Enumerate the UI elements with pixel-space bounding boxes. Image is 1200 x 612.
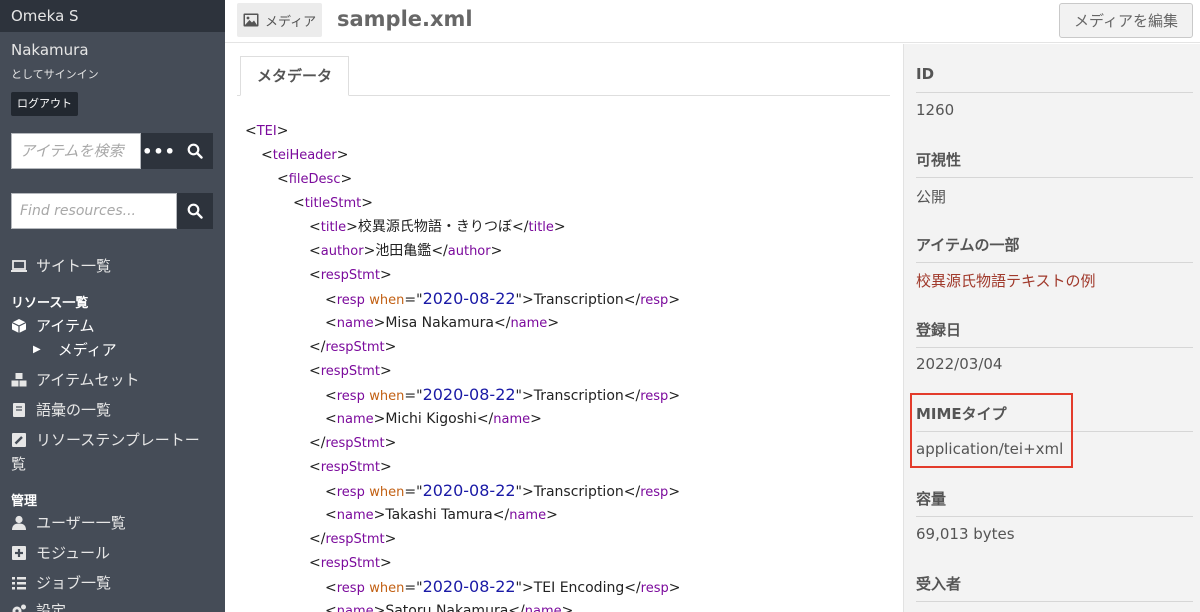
cube-icon (11, 318, 27, 333)
size-value: 69,013 bytes (916, 525, 1015, 543)
nav-media-label: メディア (57, 341, 117, 359)
resource-search-field[interactable] (11, 193, 177, 229)
laptop-icon (11, 259, 27, 272)
nav-resource-templates-label-2: 覧 (11, 455, 27, 473)
ellipsis-icon: ••• (142, 141, 176, 161)
xml-line: <respStmt> (309, 459, 392, 475)
xml-line: <name>Satoru Nakamura</name> (325, 603, 574, 612)
xml-line: <resp when="2020-08-22">TEI Encoding</re… (325, 577, 681, 596)
nav-resource-templates-wrap[interactable]: 覧 (11, 453, 26, 474)
xml-line: <respStmt> (309, 363, 392, 379)
tab-bar: メタデータ (237, 54, 890, 96)
nav-sites-label: サイト一覧 (36, 257, 112, 275)
xml-line: <resp when="2020-08-22">Transcription</r… (325, 481, 681, 500)
nav-jobs-label: ジョブ一覧 (36, 574, 112, 592)
nav-items[interactable]: アイテム (11, 315, 95, 336)
xml-line: </respStmt> (309, 435, 397, 451)
created-label: 登録日 (916, 321, 962, 339)
tasks-icon (12, 576, 26, 589)
xml-line: </respStmt> (309, 531, 397, 547)
logout-button[interactable]: ログアウト (11, 92, 78, 116)
search-icon (187, 203, 203, 219)
xml-line: <name>Michi Kigoshi</name> (325, 411, 542, 427)
item-link[interactable]: 校異源氏物語テキストの例 (916, 270, 1096, 291)
item-search-button[interactable] (177, 133, 213, 169)
size-label: 容量 (916, 490, 947, 508)
nav-sites[interactable]: サイト一覧 (11, 255, 111, 276)
xml-line: <name>Misa Nakamura</name> (325, 315, 560, 331)
xml-line: <resp when="2020-08-22">Transcription</r… (325, 385, 681, 404)
divider (916, 347, 1193, 348)
nav-media[interactable]: ▶ メディア (33, 339, 117, 360)
search-icon (187, 143, 203, 159)
mime-type-highlight-box (910, 393, 1073, 468)
brand-title[interactable]: Omeka S (0, 0, 225, 32)
nav-item-sets-label: アイテムセット (36, 371, 140, 389)
cogs-icon (12, 604, 26, 612)
user-icon (12, 515, 26, 530)
edit-icon (12, 432, 26, 447)
admin-heading: 管理 (11, 494, 38, 509)
item-search-input[interactable] (12, 134, 140, 168)
page-header: メディア sample.xml メディアを編集 (225, 0, 1200, 43)
xml-line: <respStmt> (309, 267, 392, 283)
nav-resource-templates[interactable]: リソーステンプレートー (11, 429, 200, 450)
image-icon (243, 13, 259, 27)
nav-users[interactable]: ユーザー一覧 (11, 512, 126, 533)
xml-line: <title>校異源氏物語・きりつぼ</title> (309, 219, 566, 235)
divider (916, 262, 1193, 263)
created-value: 2022/03/04 (916, 355, 1003, 373)
xml-line: <respStmt> (309, 555, 392, 571)
more-options-button[interactable]: ••• (141, 133, 177, 169)
nav-users-label: ユーザー一覧 (36, 514, 126, 532)
divider (916, 601, 1193, 602)
owner-label: 受入者 (916, 575, 962, 593)
xml-line: <teiHeader> (261, 147, 349, 163)
id-label: ID (916, 65, 935, 83)
nav-modules[interactable]: モジュール (11, 542, 110, 563)
caret-right-icon: ▶ (33, 344, 41, 355)
user-name[interactable]: Nakamura (11, 41, 89, 59)
divider (916, 177, 1193, 178)
resource-search-button[interactable] (177, 193, 213, 229)
nav-resource-templates-label: リソーステンプレートー (36, 431, 200, 449)
resources-heading: リソース一覧 (11, 296, 89, 311)
nav-vocabularies-label: 語彙の一覧 (36, 401, 112, 419)
xml-line: <author>池田亀鑑</author> (309, 243, 503, 259)
signed-in-label: としてサインイン (11, 68, 99, 81)
nav-vocabularies[interactable]: 語彙の一覧 (11, 399, 111, 420)
id-value: 1260 (916, 101, 955, 119)
xml-line: <TEI> (245, 123, 289, 139)
tab-metadata[interactable]: メタデータ (240, 56, 350, 96)
nav-items-label: アイテム (36, 317, 95, 335)
nav-item-sets[interactable]: アイテムセット (11, 369, 140, 390)
sidebar: Omeka S Nakamura としてサインイン ログアウト ••• サイト一… (0, 0, 225, 612)
xml-line: <titleStmt> (293, 195, 373, 211)
nav-settings[interactable]: 設定 (11, 600, 66, 612)
media-crumb[interactable]: メディア (237, 3, 323, 37)
divider (916, 516, 1193, 517)
resource-search-input[interactable] (12, 194, 176, 228)
page-title: sample.xml (337, 7, 473, 31)
xml-line: <fileDesc> (277, 171, 353, 187)
xml-line: <resp when="2020-08-22">Transcription</r… (325, 289, 681, 308)
media-crumb-label: メディア (265, 14, 317, 30)
visibility-value: 公開 (916, 188, 947, 206)
item-label: アイテムの一部 (916, 236, 1020, 254)
edit-media-button[interactable]: メディアを編集 (1059, 3, 1193, 38)
main-content: メタデータ <TEI> <teiHeader> <fileDesc> <titl… (225, 44, 903, 612)
nav-jobs[interactable]: ジョブ一覧 (11, 572, 111, 593)
divider (916, 92, 1193, 93)
media-info-panel: ID 1260 可視性 公開 アイテムの一部 校異源氏物語テキストの例 登録日 … (903, 44, 1200, 612)
plus-square-icon (12, 545, 26, 560)
book-icon (13, 402, 25, 417)
xml-line: </respStmt> (309, 339, 397, 355)
cubes-icon (11, 372, 27, 386)
nav-modules-label: モジュール (36, 544, 110, 562)
nav-settings-label: 設定 (36, 602, 67, 612)
xml-line: <name>Takashi Tamura</name> (325, 507, 558, 523)
item-search-field[interactable] (11, 133, 141, 169)
visibility-label: 可視性 (916, 151, 962, 169)
